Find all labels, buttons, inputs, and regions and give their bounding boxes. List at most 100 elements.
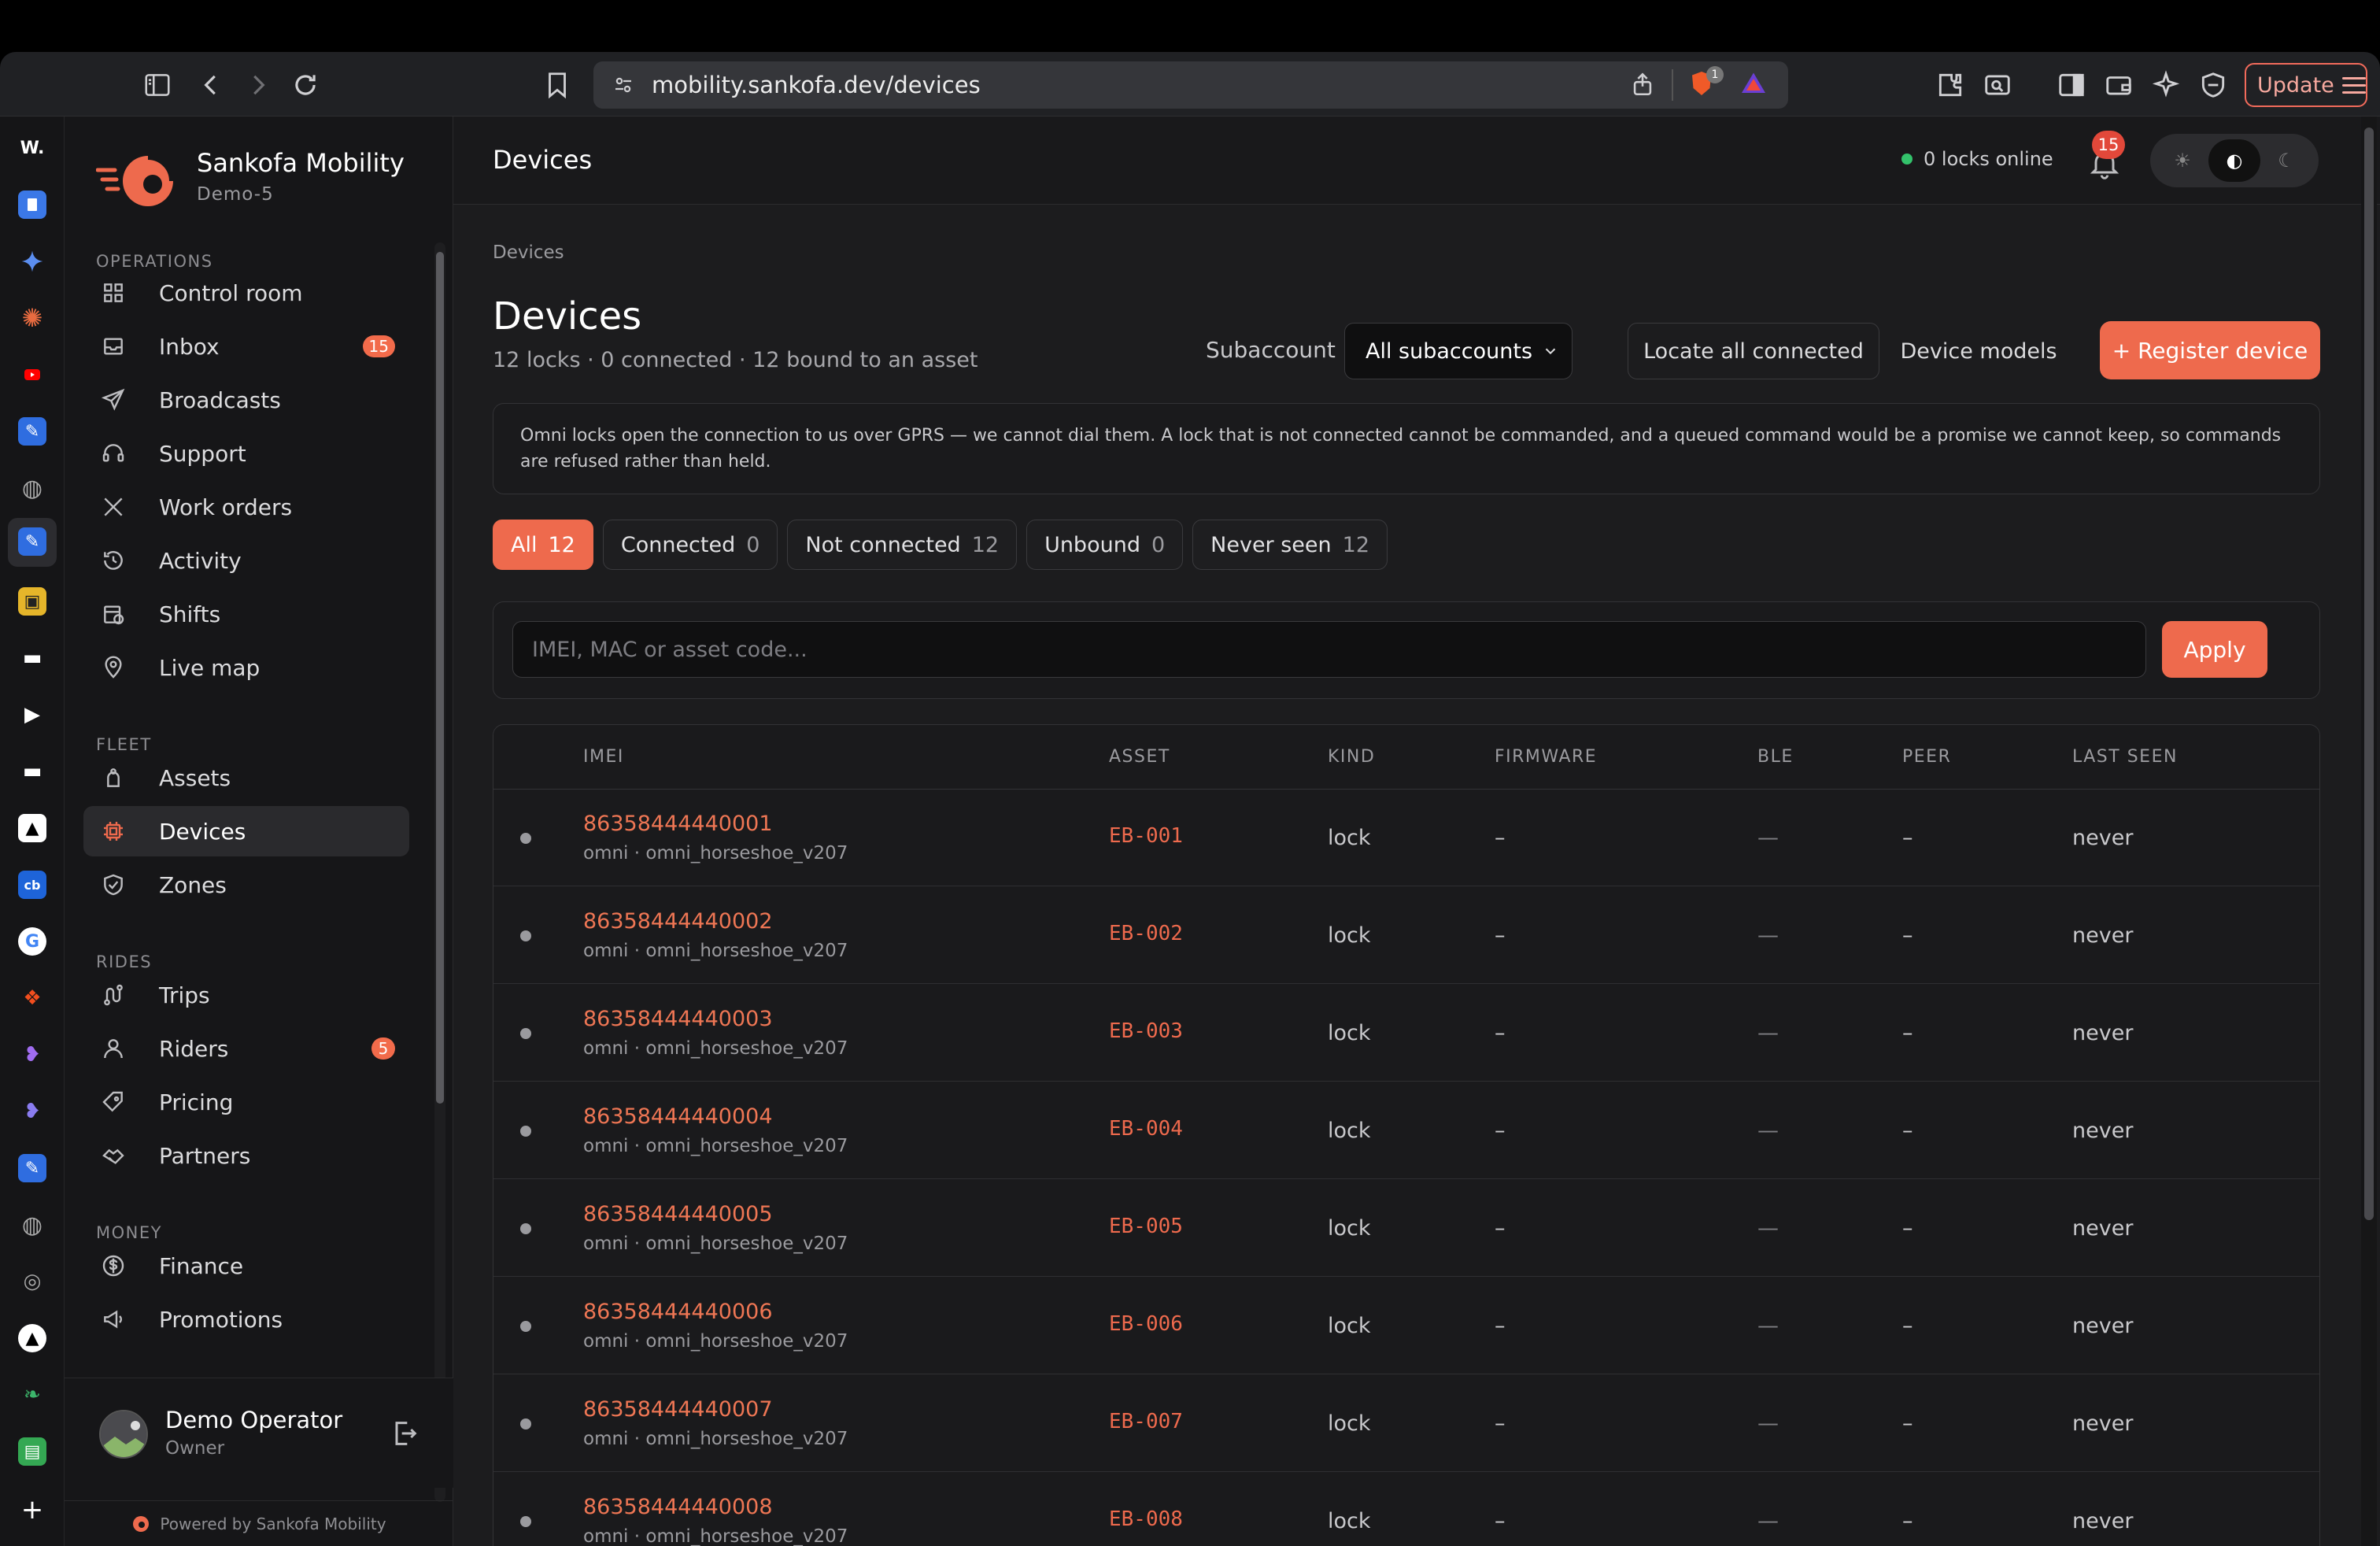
avatar[interactable] [99, 1410, 148, 1459]
main-scrollbar[interactable] [2361, 117, 2377, 1546]
back-icon[interactable] [194, 68, 228, 102]
table-row[interactable]: 86358444440001 omni · omni_horseshoe_v207… [493, 790, 2319, 886]
nav-pricing[interactable]: Pricing [83, 1077, 409, 1127]
imei-link[interactable]: 86358444440002 [583, 909, 773, 934]
nav-devices[interactable]: Devices [83, 806, 409, 856]
sidebar-toggle-icon[interactable] [140, 68, 175, 102]
nav-promotions[interactable]: Promotions [83, 1294, 409, 1344]
col-last-seen[interactable]: LAST SEEN [2072, 747, 2178, 767]
nav-control-room[interactable]: Control room [83, 268, 409, 318]
dock-gemini-icon[interactable] [18, 247, 46, 276]
dock-app-icon-8[interactable]: ❥ [18, 1041, 46, 1069]
asset-link[interactable]: EB-001 [1109, 824, 1183, 848]
imei-link[interactable]: 86358444440003 [583, 1007, 773, 1031]
dock-app-icon-9[interactable]: ❥ [18, 1097, 46, 1126]
nav-support[interactable]: Support [83, 428, 409, 479]
dock-app-icon-7[interactable]: ▲ [18, 814, 46, 842]
light-theme-button[interactable]: ☀ [2156, 139, 2208, 182]
dock-webflow-icon[interactable]: W. [18, 134, 46, 162]
dock-app-icon-4[interactable]: ▬ [18, 644, 46, 672]
filter-chip[interactable]: Not connected 12 [787, 520, 1018, 570]
dock-coinbase-icon[interactable]: cb [18, 871, 46, 899]
leo-ai-icon[interactable] [2149, 68, 2183, 102]
dock-docs-icon[interactable] [18, 190, 46, 219]
share-icon[interactable] [1629, 71, 1658, 99]
nav-finance[interactable]: Finance [83, 1241, 409, 1291]
wallet-icon[interactable] [2101, 68, 2136, 102]
nav-shifts[interactable]: Shifts [83, 589, 409, 639]
imei-link[interactable]: 86358444440004 [583, 1104, 773, 1129]
vpn-icon[interactable] [2196, 68, 2230, 102]
nav-live-map[interactable]: Live map [83, 642, 409, 693]
forward-icon[interactable] [241, 68, 275, 102]
col-imei[interactable]: IMEI [583, 747, 624, 767]
asset-link[interactable]: EB-003 [1109, 1019, 1183, 1043]
table-row[interactable]: 86358444440005 omni · omni_horseshoe_v207… [493, 1180, 2319, 1277]
site-settings-icon[interactable] [608, 69, 639, 101]
dock-sheets-icon[interactable]: ▤ [18, 1437, 46, 1466]
nav-zones[interactable]: Zones [83, 860, 409, 910]
imei-link[interactable]: 86358444440001 [583, 812, 773, 836]
dock-google-icon[interactable]: G [18, 927, 46, 956]
address-bar[interactable]: mobility.sankofa.dev/devices 1 [593, 61, 1788, 109]
asset-link[interactable]: EB-007 [1109, 1410, 1183, 1433]
device-models-button[interactable]: Device models [1890, 323, 2067, 379]
imei-link[interactable]: 86358444440006 [583, 1300, 773, 1324]
asset-link[interactable]: EB-004 [1109, 1117, 1183, 1141]
asset-link[interactable]: EB-002 [1109, 922, 1183, 945]
col-peer[interactable]: PEER [1902, 747, 1951, 767]
dock-globe-icon-2[interactable]: ◍ [18, 1211, 46, 1239]
search-input[interactable] [512, 621, 2146, 678]
table-row[interactable]: 86358444440008 omni · omni_horseshoe_v207… [493, 1473, 2319, 1546]
imei-link[interactable]: 86358444440008 [583, 1495, 773, 1519]
imei-link[interactable]: 86358444440005 [583, 1202, 773, 1226]
subaccount-select[interactable]: All subaccounts [1344, 323, 1572, 379]
col-kind[interactable]: KIND [1328, 747, 1375, 767]
dock-add-icon[interactable]: + [18, 1494, 46, 1526]
reload-icon[interactable] [288, 68, 323, 102]
filter-chip[interactable]: All 12 [493, 520, 593, 570]
bookmark-icon[interactable] [540, 68, 575, 102]
col-ble[interactable]: BLE [1757, 747, 1794, 767]
dock-figma-icon[interactable]: ❖ [18, 984, 46, 1012]
asset-link[interactable]: EB-006 [1109, 1312, 1183, 1336]
dark-theme-button[interactable]: ☾ [2260, 139, 2312, 182]
apply-button[interactable]: Apply [2162, 621, 2267, 678]
nav-work-orders[interactable]: Work orders [83, 482, 409, 532]
imei-link[interactable]: 86358444440007 [583, 1397, 773, 1422]
asset-link[interactable]: EB-005 [1109, 1215, 1183, 1238]
nav-broadcasts[interactable]: Broadcasts [83, 375, 409, 425]
asset-link[interactable]: EB-008 [1109, 1507, 1183, 1531]
dock-globe-icon-1[interactable]: ◍ [18, 474, 46, 502]
update-button[interactable]: Update [2245, 63, 2367, 107]
register-device-button[interactable]: + Register device [2100, 321, 2320, 379]
filter-chip[interactable]: Unbound 0 [1026, 520, 1184, 570]
nav-assets[interactable]: Assets [83, 753, 409, 803]
screenshot-icon[interactable] [1980, 68, 2015, 102]
nav-partners[interactable]: Partners [83, 1130, 409, 1181]
filter-chip[interactable]: Never seen 12 [1192, 520, 1388, 570]
dock-app-icon-10[interactable]: ✎ [18, 1154, 46, 1182]
table-row[interactable]: 86358444440004 omni · omni_horseshoe_v207… [493, 1082, 2319, 1179]
extensions-icon[interactable] [1933, 68, 1968, 102]
side-panel-icon[interactable] [2054, 68, 2089, 102]
table-row[interactable]: 86358444440003 omni · omni_horseshoe_v207… [493, 985, 2319, 1082]
table-row[interactable]: 86358444440007 omni · omni_horseshoe_v207… [493, 1375, 2319, 1472]
nav-inbox[interactable]: Inbox 15 [83, 321, 409, 372]
dock-app-icon-5[interactable]: ▶ [18, 701, 46, 729]
filter-chip[interactable]: Connected 0 [602, 520, 778, 570]
nav-trips[interactable]: Trips [83, 970, 409, 1020]
table-row[interactable]: 86358444440002 omni · omni_horseshoe_v207… [493, 887, 2319, 984]
brand[interactable] [95, 148, 183, 211]
dock-app-icon-6[interactable]: ▬ [18, 757, 46, 786]
col-asset[interactable]: ASSET [1109, 747, 1170, 767]
nav-riders[interactable]: Riders 5 [83, 1023, 409, 1074]
dock-app-icon-1[interactable]: ✎ [18, 417, 46, 446]
sidebar-scrollbar[interactable] [434, 242, 445, 1502]
breadcrumb[interactable]: Devices [493, 242, 564, 263]
dock-app-icon-2[interactable]: ✎ [18, 527, 46, 556]
logout-icon[interactable] [389, 1418, 420, 1449]
dock-app-icon-12[interactable]: ▲ [18, 1324, 46, 1352]
nav-activity[interactable]: Activity [83, 535, 409, 586]
brave-shield-icon[interactable]: 1 [1687, 66, 1724, 101]
